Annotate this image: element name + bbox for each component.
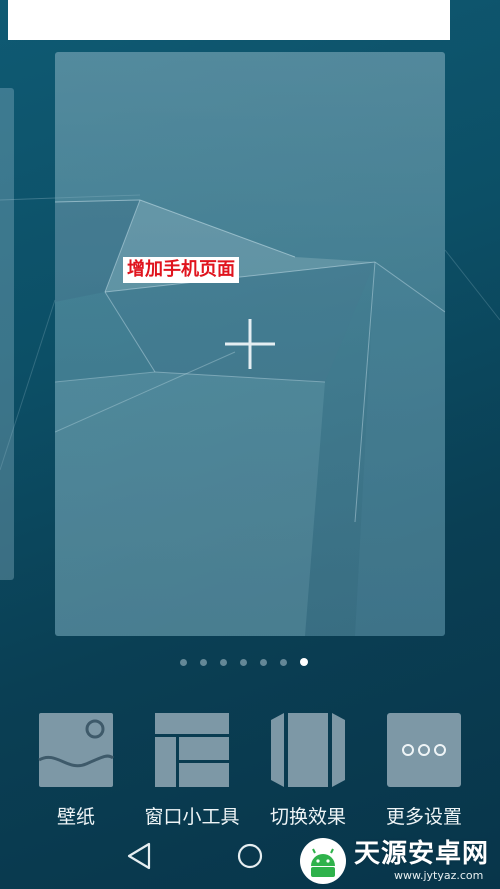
watermark-title: 天源安卓网 — [354, 838, 490, 869]
edit-toolbar: 壁纸 窗口小工具 切换效果 更多设置 — [0, 712, 500, 832]
transition-effects-icon — [271, 713, 345, 787]
page-indicator — [180, 655, 308, 669]
android-logo-icon — [300, 837, 346, 884]
page-dot[interactable] — [220, 658, 227, 666]
page-dot[interactable] — [180, 658, 187, 666]
more-settings-label: 更多设置 — [385, 806, 462, 828]
add-page-icon[interactable] — [223, 317, 277, 371]
page-dot[interactable] — [280, 658, 287, 666]
more-settings-icon — [387, 713, 461, 787]
back-icon[interactable] — [120, 836, 160, 876]
more-settings-button[interactable]: 更多设置 — [366, 712, 482, 830]
transition-effects-button[interactable]: 切换效果 — [250, 712, 366, 830]
annotation-label: 增加手机页面 — [123, 257, 239, 283]
transition-effects-label: 切换效果 — [269, 806, 346, 828]
widgets-button[interactable]: 窗口小工具 — [134, 712, 250, 830]
wallpaper-icon — [38, 713, 114, 787]
wallpaper-label: 壁纸 — [56, 806, 95, 828]
widgets-label: 窗口小工具 — [144, 806, 240, 828]
watermark-url: www.jytyaz.com — [394, 868, 484, 882]
page-dot[interactable] — [240, 658, 247, 666]
status-bar — [8, 0, 450, 40]
page-dot[interactable] — [200, 658, 207, 666]
page-dot[interactable] — [260, 658, 267, 666]
wallpaper-button[interactable]: 壁纸 — [18, 712, 134, 830]
page-dot-active[interactable] — [300, 658, 308, 666]
home-icon[interactable] — [230, 836, 270, 876]
widgets-icon — [155, 713, 229, 787]
previous-home-page-preview[interactable] — [0, 88, 14, 580]
site-watermark: 天源安卓网 www.jytyaz.com — [298, 832, 500, 889]
